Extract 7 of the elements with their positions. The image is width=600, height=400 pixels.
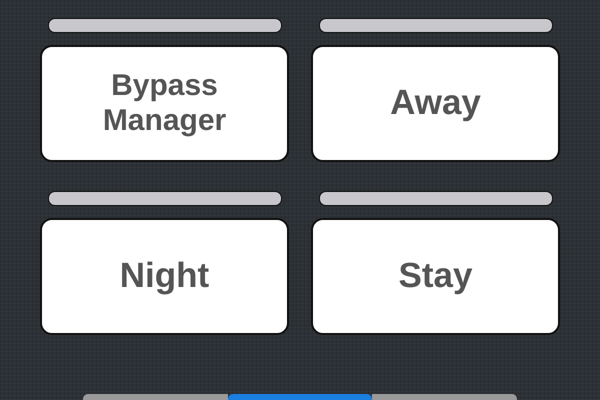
mode-button[interactable]: Stay	[311, 218, 560, 335]
mode-button[interactable]: Away	[311, 45, 560, 162]
segment-tab[interactable]	[83, 394, 228, 400]
segment-tab[interactable]	[228, 394, 372, 400]
mode-button[interactable]: Bypass Manager	[40, 45, 289, 162]
mode-button[interactable]: Night	[40, 218, 289, 335]
segment-tab[interactable]	[372, 394, 517, 400]
